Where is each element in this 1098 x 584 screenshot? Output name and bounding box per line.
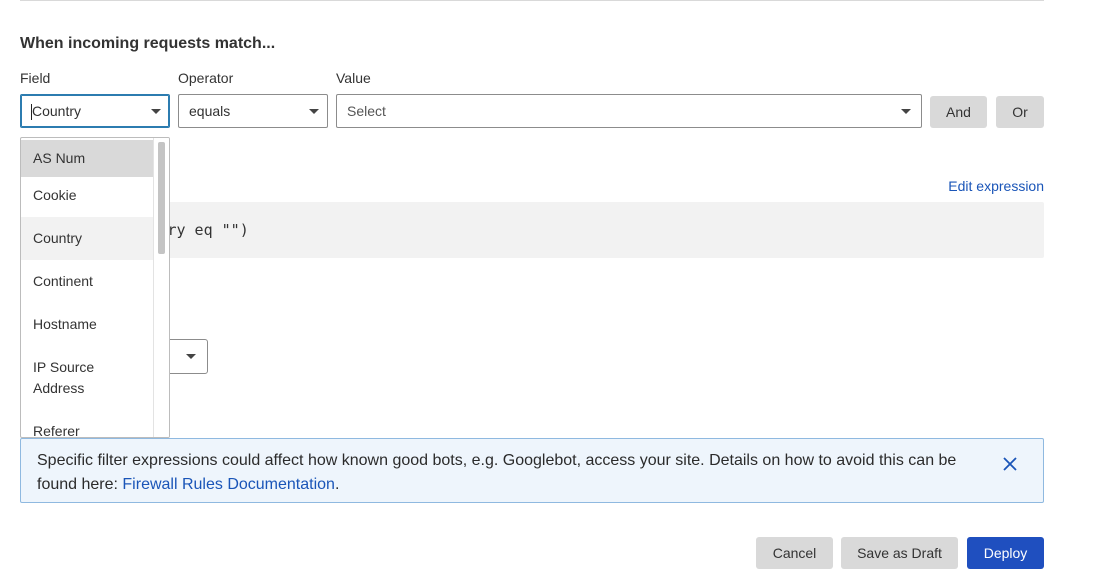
cancel-button[interactable]: Cancel (756, 537, 833, 569)
dropdown-option[interactable]: Country (21, 217, 155, 260)
field-select[interactable]: Country (20, 94, 170, 128)
top-divider (20, 0, 1044, 1)
and-button[interactable]: And (930, 96, 987, 128)
chevron-down-icon (186, 354, 196, 359)
chevron-down-icon (151, 109, 161, 114)
dropdown-scrollbar[interactable] (153, 138, 169, 437)
firewall-docs-link[interactable]: Firewall Rules Documentation (122, 476, 335, 493)
dropdown-option[interactable]: Hostname (21, 303, 155, 346)
chevron-down-icon (309, 109, 319, 114)
close-icon[interactable] (1001, 455, 1019, 473)
dropdown-option[interactable]: IP Source Address (21, 346, 155, 410)
dropdown-option[interactable]: AS Num (21, 140, 155, 177)
edit-expression-link[interactable]: Edit expression (948, 178, 1044, 194)
operator-select[interactable]: equals (178, 94, 328, 128)
chevron-down-icon (901, 109, 911, 114)
deploy-button[interactable]: Deploy (967, 537, 1044, 569)
notice-end: . (334, 476, 340, 493)
field-dropdown-menu[interactable]: AS Num Cookie Country Continent Hostname IP S… (20, 137, 170, 438)
or-button[interactable]: Or (996, 96, 1044, 128)
expression-preview: (ip.geoip.country eq "") (20, 202, 1044, 258)
value-label: Value (336, 70, 371, 86)
dropdown-option[interactable]: Cookie (21, 177, 155, 217)
dropdown-option[interactable]: Referer (21, 410, 155, 437)
field-label: Field (20, 70, 51, 86)
save-draft-button[interactable]: Save as Draft (841, 537, 958, 569)
section-title: When incoming requests match... (20, 35, 276, 52)
value-select[interactable]: Select (336, 94, 922, 128)
bot-warning-notice: Specific filter expressions could affect… (20, 438, 1044, 503)
scroll-thumb[interactable] (158, 142, 165, 254)
operator-label: Operator (178, 70, 234, 86)
operator-select-value: equals (189, 103, 231, 119)
dropdown-option[interactable]: Continent (21, 260, 155, 303)
field-select-value: Country (32, 103, 82, 119)
value-select-placeholder: Select (347, 103, 386, 119)
